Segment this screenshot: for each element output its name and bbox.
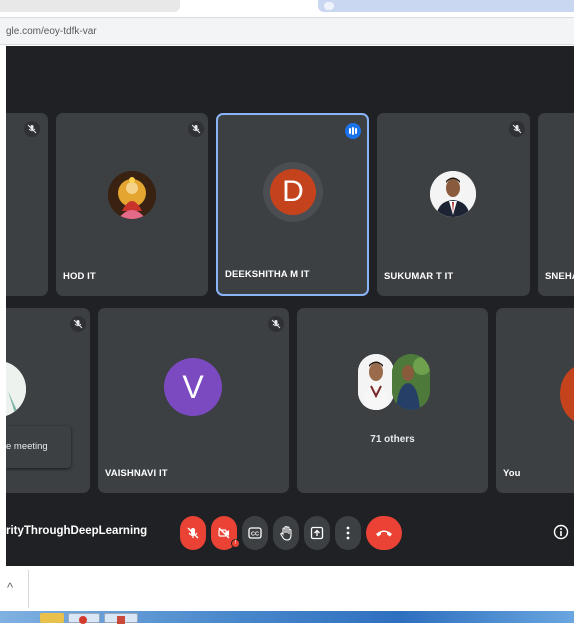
- browser-tab[interactable]: [0, 0, 180, 12]
- os-taskbar: [0, 611, 574, 624]
- avatar-deity-image: [108, 171, 156, 219]
- muted-icon: [509, 121, 525, 137]
- muted-icon: [24, 121, 40, 137]
- mic-off-icon[interactable]: [180, 516, 206, 550]
- participant-name: You: [503, 468, 521, 479]
- avatar-initial: V: [164, 358, 222, 416]
- captions-icon[interactable]: CC: [242, 516, 268, 550]
- participant-name: SNEHA: [545, 271, 574, 282]
- divider: [28, 570, 29, 608]
- tab-indicator: [324, 2, 334, 10]
- meeting-controls-bar: rityThroughDeepLearning ! CC: [6, 506, 574, 566]
- address-text: gle.com/eoy-tdfk-var: [6, 26, 97, 37]
- participant-tile-you[interactable]: You: [496, 308, 574, 493]
- downloads-bar: ^: [0, 566, 574, 611]
- browser-tab-strip: [0, 0, 574, 17]
- participant-tile-vaishnavi[interactable]: V VAISHNAVI IT: [98, 308, 289, 493]
- avatar-photo: [358, 354, 394, 410]
- notification-toast[interactable]: e meeting: [6, 426, 71, 468]
- participant-name: HOD IT: [63, 271, 96, 282]
- browser-tab-active[interactable]: [318, 0, 574, 12]
- participant-name: SUKUMAR T IT: [384, 271, 454, 282]
- warning-icon: !: [231, 539, 240, 548]
- participant-tile-sukumar[interactable]: SUKUMAR T IT: [377, 113, 530, 296]
- muted-icon: [268, 316, 284, 332]
- others-count: 71 others: [370, 434, 415, 445]
- present-icon[interactable]: [304, 516, 330, 550]
- participant-tile-others[interactable]: 71 others: [297, 308, 488, 493]
- toast-text: e meeting: [6, 441, 48, 452]
- participant-tile-deekshitha[interactable]: D DEEKSHITHA M IT: [216, 113, 369, 296]
- meeting-title: rityThroughDeepLearning: [6, 525, 148, 537]
- speaking-indicator-icon: [345, 123, 361, 139]
- end-call-icon[interactable]: [366, 516, 402, 550]
- muted-icon: [188, 121, 204, 137]
- taskbar-app-icon[interactable]: [40, 613, 64, 623]
- participant-name: VAISHNAVI IT: [105, 468, 168, 479]
- raise-hand-icon[interactable]: [273, 516, 299, 550]
- avatar-ring: D: [263, 162, 323, 222]
- avatar-initial: D: [270, 169, 316, 215]
- meeting-area: HOD IT D DEEKSHITHA M IT SUKUMAR T IT SN…: [6, 46, 574, 566]
- address-bar[interactable]: gle.com/eoy-tdfk-var: [0, 17, 574, 45]
- avatar-self: [560, 364, 574, 424]
- participant-tile-hod[interactable]: HOD IT: [56, 113, 208, 296]
- camera-off-icon[interactable]: !: [211, 516, 240, 550]
- muted-icon: [70, 316, 86, 332]
- more-options-icon[interactable]: [335, 516, 361, 550]
- participant-tile-sneha[interactable]: SNEHA: [538, 113, 574, 296]
- taskbar-app-icon[interactable]: [68, 613, 100, 624]
- info-icon[interactable]: [551, 522, 571, 542]
- chevron-up-icon[interactable]: ^: [7, 580, 13, 595]
- avatar-photo: [6, 361, 26, 417]
- avatar-photo: [392, 354, 430, 410]
- avatar-photo: [430, 171, 476, 217]
- taskbar-app-icon[interactable]: [104, 613, 138, 624]
- svg-text:CC: CC: [251, 532, 259, 538]
- participant-name: DEEKSHITHA M IT: [225, 269, 310, 280]
- participant-tile-partial[interactable]: [6, 113, 48, 296]
